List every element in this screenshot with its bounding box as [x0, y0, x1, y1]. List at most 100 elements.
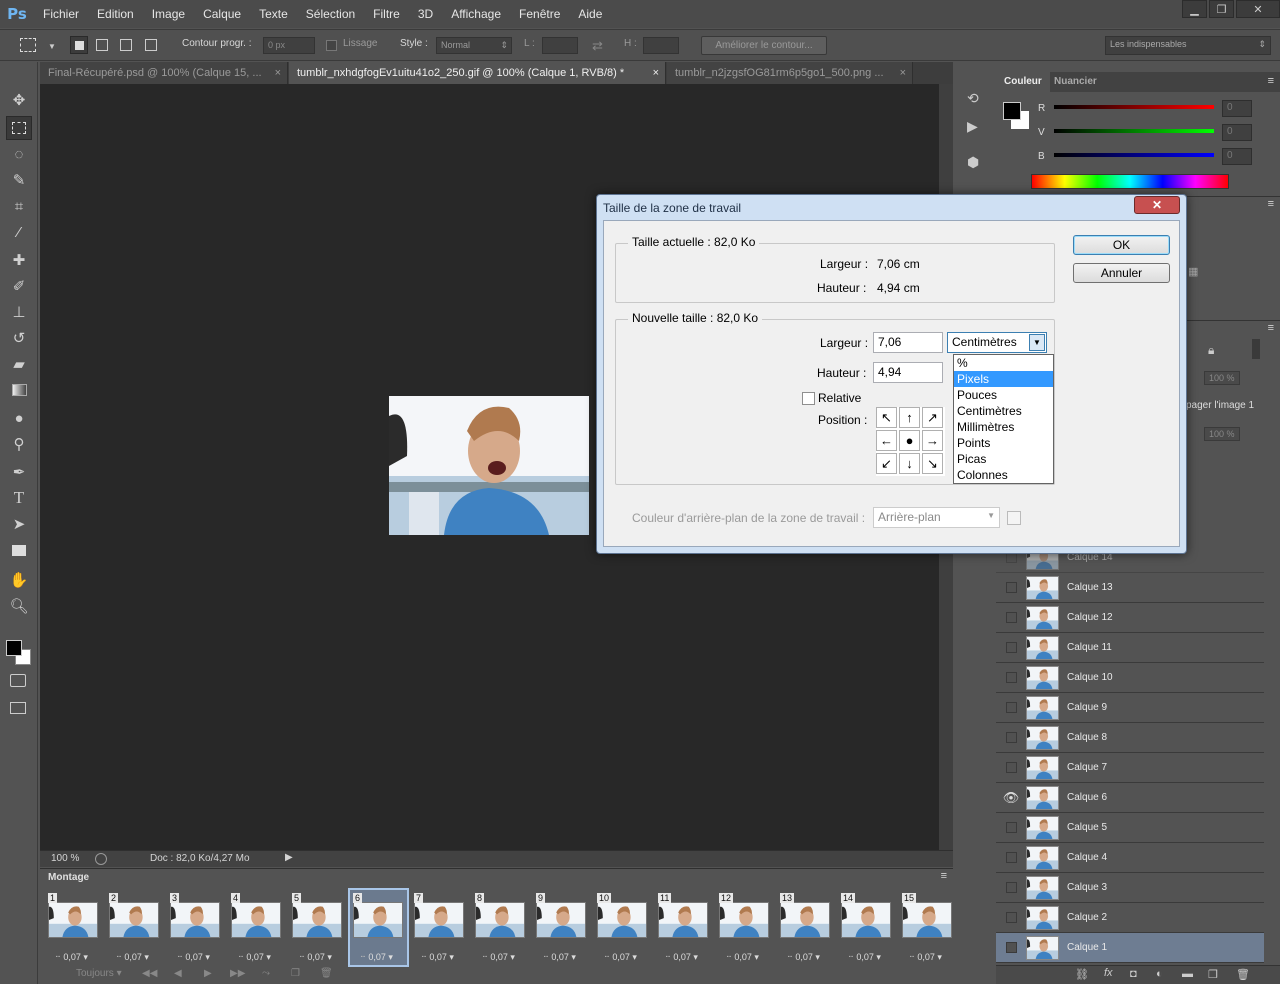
frame-7[interactable]: 7 ⠒ 0,07 ▾ — [411, 890, 468, 965]
pen-tool-icon[interactable]: ✒ — [6, 460, 32, 484]
duplicate-frame-icon[interactable]: ❐ — [291, 968, 300, 979]
frame-delay[interactable]: ⠒ 0,07 ▾ — [726, 952, 759, 963]
tab-couleur[interactable]: Couleur — [996, 72, 1050, 92]
unit-option[interactable]: % — [954, 355, 1053, 371]
visibility-toggle[interactable] — [996, 843, 1026, 873]
rectangle-tool-icon[interactable] — [6, 538, 32, 562]
unit-option[interactable]: Pouces — [954, 387, 1053, 403]
anchor-w-icon[interactable]: ← — [876, 430, 897, 451]
v-value[interactable]: 0 — [1222, 124, 1252, 141]
frame-delay[interactable]: ⠒ 0,07 ▾ — [787, 952, 820, 963]
status-menu-arrow-icon[interactable]: ▶ — [285, 852, 293, 863]
anchor-se-icon[interactable]: ↘ — [922, 453, 943, 474]
menu-calque[interactable]: Calque — [194, 0, 250, 28]
frame-delay[interactable]: ⠒ 0,07 ▾ — [238, 952, 271, 963]
background-select[interactable]: Arrière-plan ▼ — [873, 507, 1000, 528]
history-icon[interactable]: ⟲ — [967, 90, 979, 107]
screen-mode-icon[interactable] — [10, 702, 26, 714]
frame-10[interactable]: 10 ⠒ 0,07 ▾ — [594, 890, 651, 965]
visibility-toggle[interactable] — [996, 573, 1026, 603]
close-icon[interactable]: × — [275, 62, 281, 84]
width-input[interactable] — [542, 37, 578, 54]
cancel-button[interactable]: Annuler — [1073, 263, 1170, 283]
new-layer-icon[interactable]: ❐ — [1208, 968, 1218, 981]
frame-delay[interactable]: ⠒ 0,07 ▾ — [604, 952, 637, 963]
frame-9[interactable]: 9 ⠒ 0,07 ▾ — [533, 890, 590, 965]
width-input[interactable]: 7,06 — [873, 332, 943, 353]
anchor-ne-icon[interactable]: ↗ — [922, 407, 943, 428]
move-tool-icon[interactable]: ✥ — [6, 88, 32, 112]
scroll-thumb[interactable] — [1252, 339, 1260, 359]
menu-3d[interactable]: 3D — [409, 0, 442, 28]
foreground-swatch[interactable] — [1003, 102, 1021, 120]
tab-nuancier[interactable]: Nuancier — [1054, 72, 1097, 92]
document-image[interactable] — [389, 396, 589, 535]
visibility-toggle[interactable] — [996, 723, 1026, 753]
group-folder-icon[interactable]: ▬ — [1182, 968, 1193, 980]
lock-icon[interactable]: 🔒︎ — [1208, 343, 1214, 358]
relative-checkbox[interactable] — [802, 392, 815, 405]
anchor-nw-icon[interactable]: ↖ — [876, 407, 897, 428]
b-slider[interactable] — [1054, 153, 1214, 157]
new-selection-icon[interactable] — [70, 36, 88, 54]
layer-row[interactable]: Calque 11 — [996, 633, 1264, 663]
fx-icon[interactable]: fx — [1104, 967, 1113, 979]
menu-fichier[interactable]: Fichier — [34, 0, 88, 28]
crop-tool-icon[interactable]: ⌗ — [6, 194, 32, 218]
height-input[interactable] — [643, 37, 679, 54]
fill-field[interactable]: 100 % — [1204, 427, 1240, 441]
tween-icon[interactable]: ⤳ — [262, 968, 270, 979]
intersect-selection-icon[interactable] — [145, 39, 157, 51]
panel-menu-icon[interactable]: ≡ — [941, 870, 947, 882]
feather-input[interactable]: 0 px — [263, 37, 315, 54]
r-slider[interactable] — [1054, 105, 1214, 109]
refine-edge-button[interactable]: Améliorer le contour... — [701, 36, 827, 55]
lasso-tool-icon[interactable]: ◌ — [6, 142, 32, 166]
color-spectrum[interactable] — [1031, 174, 1229, 189]
type-tool-icon[interactable]: T — [6, 486, 32, 510]
frame-3[interactable]: 3 ⠒ 0,07 ▾ — [167, 890, 224, 965]
next-frame-icon[interactable]: ▶▶ — [230, 968, 245, 979]
add-selection-icon[interactable] — [96, 39, 108, 51]
gradient-icon[interactable] — [6, 378, 32, 402]
eraser-icon[interactable]: ▰ — [6, 352, 32, 376]
unit-option[interactable]: Colonnes — [954, 467, 1053, 483]
background-color-swatch[interactable] — [1007, 511, 1021, 525]
layer-row[interactable]: Calque 13 — [996, 573, 1264, 603]
frame-delay[interactable]: ⠒ 0,07 ▾ — [543, 952, 576, 963]
ok-button[interactable]: OK — [1073, 235, 1170, 255]
frame-4[interactable]: 4 ⠒ 0,07 ▾ — [228, 890, 285, 965]
frame-6[interactable]: 6 ⠒ 0,07 ▾ — [348, 888, 409, 967]
frame-delay[interactable]: ⠒ 0,07 ▾ — [55, 952, 88, 963]
menu-image[interactable]: Image — [143, 0, 194, 28]
close-icon[interactable]: × — [900, 62, 906, 84]
layer-row[interactable]: Calque 2 — [996, 903, 1264, 933]
actions-play-icon[interactable]: ▶ — [967, 118, 978, 135]
tab-tumblr-png[interactable]: tumblr_n2jzgsfOG81rm6p5go1_500.png ... × — [667, 62, 913, 84]
foreground-color-swatch[interactable] — [6, 640, 22, 656]
frame-14[interactable]: 14 ⠒ 0,07 ▾ — [838, 890, 895, 965]
frame-delay[interactable]: ⠒ 0,07 ▾ — [360, 952, 393, 963]
menu-selection[interactable]: Sélection — [297, 0, 364, 28]
anchor-n-icon[interactable]: ↑ — [899, 407, 920, 428]
unit-option[interactable]: Points — [954, 435, 1053, 451]
visibility-toggle[interactable] — [996, 753, 1026, 783]
layer-row[interactable]: Calque 10 — [996, 663, 1264, 693]
history-brush-icon[interactable]: ↺ — [6, 326, 32, 350]
height-input[interactable]: 4,94 — [873, 362, 943, 383]
anchor-s-icon[interactable]: ↓ — [899, 453, 920, 474]
v-slider[interactable] — [1054, 129, 1214, 133]
marquee-tool-icon[interactable] — [20, 38, 36, 52]
frame-delay[interactable]: ⠒ 0,07 ▾ — [177, 952, 210, 963]
clone-stamp-icon[interactable]: ⊥ — [6, 300, 32, 324]
healing-brush-icon[interactable]: ✚ — [6, 248, 32, 272]
layer-row[interactable]: Calque 7 — [996, 753, 1264, 783]
link-layers-icon[interactable]: ⛓ — [1075, 968, 1089, 981]
frame-delay[interactable]: ⠒ 0,07 ▾ — [665, 952, 698, 963]
visibility-toggle[interactable] — [996, 903, 1026, 933]
marquee-tool-icon[interactable] — [6, 116, 32, 140]
zoom-level[interactable]: 100 % — [51, 853, 79, 864]
layer-row[interactable]: 👁︎ Calque 6 — [996, 783, 1264, 813]
style-select[interactable]: Normal ⇕ — [436, 37, 512, 54]
path-selection-icon[interactable]: ➤ — [6, 512, 32, 536]
